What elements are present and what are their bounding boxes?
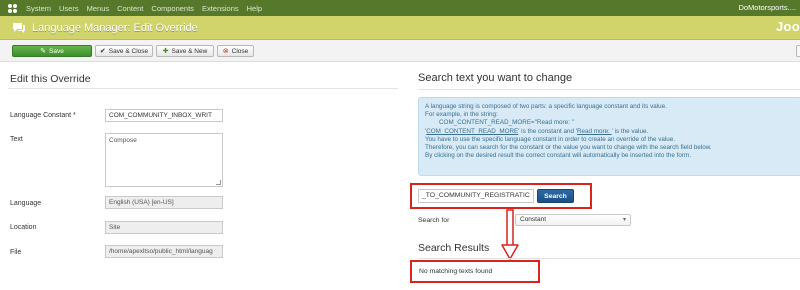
menu-menus[interactable]: Menus — [87, 4, 110, 13]
menu-content[interactable]: Content — [117, 4, 143, 13]
menu-components[interactable]: Components — [151, 4, 194, 13]
toolbar: ✎ Save ✔ Save & Close ✚ Save & New ⊗ Clo… — [0, 40, 800, 62]
joomla-logo-icon[interactable] — [6, 2, 18, 14]
info-line: You have to use the specific language co… — [425, 135, 676, 143]
search-button[interactable]: Search — [537, 189, 574, 203]
search-for-value: Constant — [520, 216, 547, 223]
info-line: For example, in the string: — [425, 111, 498, 119]
language-constant-input[interactable]: COM_COMMUNITY_INBOX_WRIT — [105, 109, 223, 122]
page-header: Language Manager: Edit Override Joo — [0, 16, 800, 40]
example-value-link: Read more: — [576, 127, 612, 135]
save-new-button[interactable]: ✚ Save & New — [156, 45, 214, 57]
example-constant-link: COM_CONTENT_READ_MORE — [426, 127, 519, 135]
text-textarea[interactable]: Compose — [105, 133, 223, 187]
language-label: Language — [10, 200, 42, 207]
menu-help[interactable]: Help — [247, 4, 262, 13]
top-navbar: System Users Menus Content Components Ex… — [0, 0, 800, 16]
save-new-label: Save & New — [171, 47, 208, 55]
check-icon: ✔ — [99, 47, 106, 55]
close-button[interactable]: ⊗ Close — [217, 45, 254, 57]
top-menu: System Users Menus Content Components Ex… — [26, 4, 262, 13]
plus-icon: ✚ — [162, 47, 169, 55]
file-label: File — [10, 249, 22, 256]
search-for-select[interactable]: Constant ▾ — [515, 214, 631, 226]
page-title: Language Manager: Edit Override — [32, 21, 198, 34]
brand-logo: Joo — [775, 19, 800, 34]
toolbar-overflow-button[interactable] — [796, 45, 800, 57]
search-results-heading: Search Results — [418, 242, 490, 254]
site-name-link[interactable]: DoMotorsports.... — [738, 3, 796, 12]
menu-system[interactable]: System — [26, 4, 51, 13]
info-line: A language string is composed of two par… — [425, 103, 667, 110]
text-value: Compose — [109, 137, 137, 144]
search-for-label: Search for — [418, 217, 450, 224]
info-alert: A language string is composed of two par… — [418, 97, 800, 176]
close-label: Close — [231, 47, 249, 55]
resize-handle-icon[interactable] — [216, 180, 221, 185]
pencil-icon: ✎ — [40, 47, 47, 55]
down-arrow-icon — [501, 209, 519, 260]
info-line: COM_CONTENT_READ_MORE="Read more: " — [439, 119, 574, 127]
chevron-down-icon: ▾ — [622, 217, 626, 223]
divider — [8, 88, 398, 89]
info-line: By clicking on the desired result the co… — [425, 152, 691, 160]
text-label: Text — [10, 136, 23, 143]
divider — [418, 89, 800, 90]
language-constant-label: Language Constant * — [10, 112, 76, 119]
location-label: Location — [10, 224, 37, 231]
language-field: English (USA) [en-US] — [105, 196, 223, 209]
menu-users[interactable]: Users — [59, 4, 79, 13]
edit-override-heading: Edit this Override — [10, 73, 91, 85]
info-text: ' is the constant and ' — [518, 127, 577, 135]
info-line: 'COM_CONTENT_READ_MORE' is the constant … — [425, 128, 795, 136]
info-text: ' is the value. — [611, 127, 649, 135]
location-field: Site — [105, 221, 223, 234]
info-line: Therefore, you can search for the consta… — [425, 144, 712, 152]
save-close-button[interactable]: ✔ Save & Close — [95, 45, 153, 57]
comment-icon — [12, 22, 26, 34]
menu-extensions[interactable]: Extensions — [202, 4, 239, 13]
search-input[interactable]: _TO_COMMUNITY_REGISTRATIC — [418, 189, 534, 203]
save-close-label: Save & Close — [108, 47, 149, 55]
save-button[interactable]: ✎ Save — [12, 45, 92, 57]
divider — [418, 258, 800, 259]
save-label: Save — [49, 47, 64, 55]
search-heading: Search text you want to change — [418, 72, 573, 84]
close-icon: ⊗ — [222, 47, 229, 55]
no-results-text: No matching texts found — [419, 268, 493, 275]
file-field: /home/apexltso/public_html/languag — [105, 245, 223, 258]
